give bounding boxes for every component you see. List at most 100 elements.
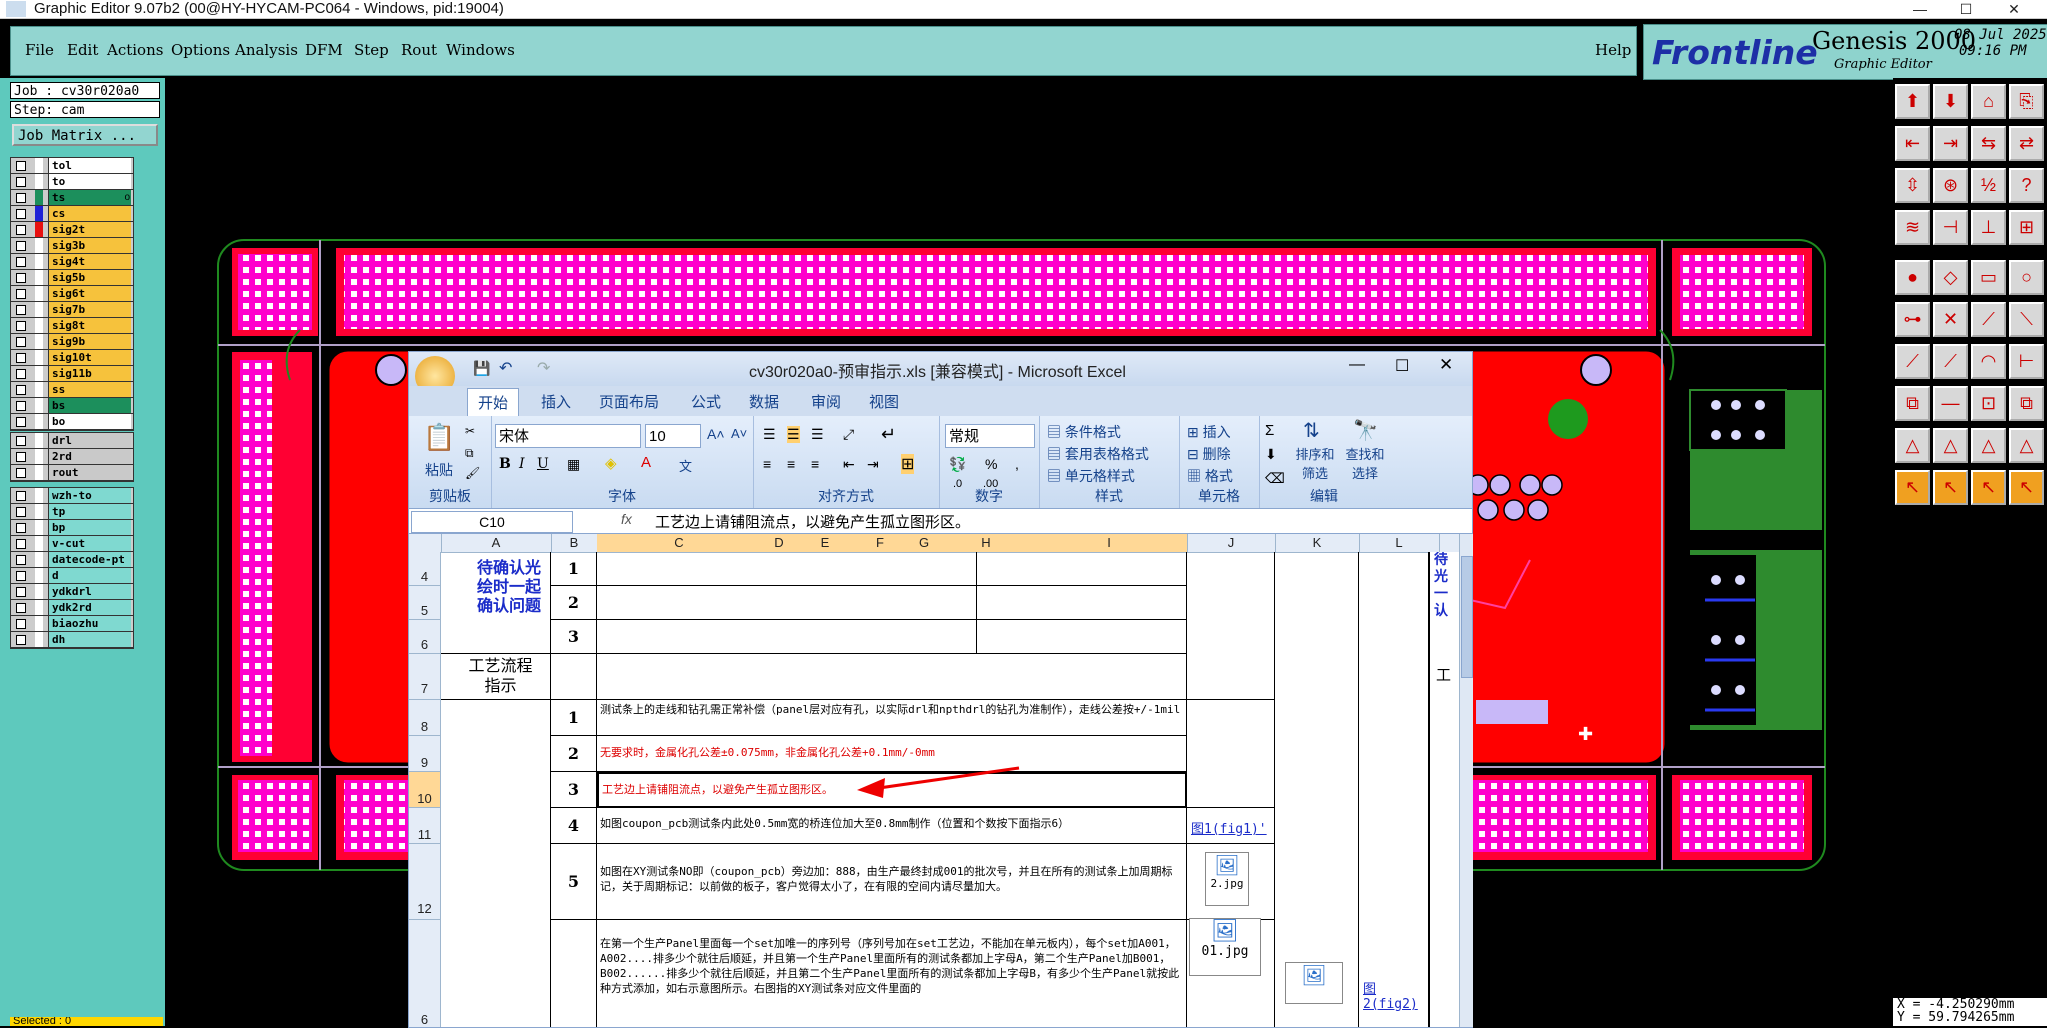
layer-row[interactable]: sig3b	[11, 238, 133, 254]
layer-name[interactable]: ts	[48, 190, 131, 205]
tool-button[interactable]: ⊶	[1895, 302, 1930, 337]
layer-checkbox[interactable]	[16, 353, 26, 363]
col-header-b[interactable]: B	[551, 534, 598, 552]
formula-input[interactable]: 工艺边上请铺阻流点，以避免产生孤立图形区。	[655, 511, 970, 532]
layer-row[interactable]: sig8t	[11, 318, 133, 334]
tool-button[interactable]: △	[1971, 428, 2006, 463]
layer-row[interactable]: ydkdrl	[11, 584, 133, 600]
tool-button[interactable]: ⟋	[1895, 344, 1930, 379]
layer-name[interactable]: sig4t	[48, 254, 131, 269]
layer-row[interactable]: sig10t	[11, 350, 133, 366]
tool-button[interactable]: ⊥	[1971, 210, 2006, 245]
paste-icon[interactable]: 📋	[423, 422, 455, 453]
menu-analysis[interactable]: Analysis	[235, 41, 298, 59]
col-header-d[interactable]: D	[761, 534, 798, 552]
italic-button[interactable]: I	[519, 456, 525, 472]
layer-name[interactable]: tol	[48, 158, 131, 173]
layer-name[interactable]: rout	[48, 465, 131, 480]
tool-button[interactable]: ⊢	[2009, 344, 2044, 379]
fill-color-icon[interactable]: ◈	[605, 454, 617, 472]
layer-row[interactable]: to	[11, 174, 133, 190]
align-center-icon[interactable]: ≡	[787, 456, 795, 472]
cut-icon[interactable]: ✂	[465, 424, 475, 438]
layer-row[interactable]: sig9b	[11, 334, 133, 350]
col-header-l[interactable]: L	[1359, 534, 1440, 552]
layer-name[interactable]: ydkdrl	[48, 584, 131, 599]
tool-button[interactable]: ⊛	[1933, 168, 1968, 203]
layer-checkbox[interactable]	[16, 507, 26, 517]
tab-formulas[interactable]: 公式	[691, 391, 721, 412]
shrink-font-icon[interactable]: A˅	[731, 426, 747, 441]
fx-button[interactable]: fx	[621, 511, 632, 527]
excel-maximize-button[interactable]: ☐	[1395, 356, 1409, 376]
layer-row[interactable]: tp	[11, 504, 133, 520]
sort-filter-button[interactable]: 排序和 筛选	[1289, 444, 1341, 482]
bold-button[interactable]: B	[499, 456, 511, 472]
layer-row[interactable]: rout	[11, 465, 133, 481]
orientation-icon[interactable]: ⤢	[843, 426, 854, 443]
find-select-button[interactable]: 查找和 选择	[1339, 444, 1391, 482]
redo-icon[interactable]: ↷	[537, 358, 550, 378]
layer-checkbox[interactable]	[16, 555, 26, 565]
layer-checkbox[interactable]	[16, 619, 26, 629]
layer-name[interactable]: to	[48, 174, 131, 189]
tool-button[interactable]: ⬇	[1933, 84, 1968, 119]
align-bottom-icon[interactable]: ☰	[811, 426, 824, 443]
layer-name[interactable]: bp	[48, 520, 131, 535]
select-all-corner[interactable]	[409, 534, 442, 552]
menu-dfm[interactable]: DFM	[305, 41, 343, 59]
layer-row[interactable]: bp	[11, 520, 133, 536]
scrollbar-thumb[interactable]	[1461, 556, 1473, 678]
tool-button[interactable]: ⌂	[1971, 84, 2006, 119]
tool-button[interactable]: ↖	[2009, 470, 2044, 505]
menu-windows[interactable]: Windows	[446, 41, 515, 59]
layer-checkbox[interactable]	[16, 337, 26, 347]
layer-row[interactable]: biaozhu	[11, 616, 133, 632]
copy-icon[interactable]: ⧉	[465, 446, 474, 461]
tool-button[interactable]: ↖	[1895, 470, 1930, 505]
layer-checkbox[interactable]	[16, 491, 26, 501]
tool-button[interactable]: ⟍	[2009, 302, 2044, 337]
menu-rout[interactable]: Rout	[401, 41, 437, 59]
tool-button[interactable]: ⇆	[1971, 126, 2006, 161]
layer-row[interactable]: sig4t	[11, 254, 133, 270]
layer-checkbox[interactable]	[16, 587, 26, 597]
table-format-button[interactable]: ▤ 套用表格格式	[1047, 444, 1149, 464]
layer-name[interactable]: sig2t	[48, 222, 131, 237]
fill-icon[interactable]: ⬇	[1265, 446, 1277, 463]
layer-checkbox[interactable]	[16, 385, 26, 395]
tool-button[interactable]: ½	[1971, 168, 2006, 203]
find-select-icon[interactable]: 🔭	[1353, 418, 1378, 443]
col-header-j[interactable]: J	[1187, 534, 1276, 552]
sort-filter-icon[interactable]: ⇅	[1303, 418, 1320, 443]
excel-close-button[interactable]: ✕	[1439, 355, 1453, 375]
layer-name[interactable]: d	[48, 568, 131, 583]
layer-checkbox[interactable]	[16, 305, 26, 315]
grow-font-icon[interactable]: A˄	[707, 426, 725, 442]
align-left-icon[interactable]: ≡	[763, 456, 771, 472]
layer-checkbox[interactable]	[16, 369, 26, 379]
format-cells-button[interactable]: ▦ 格式	[1187, 466, 1233, 486]
font-color-icon[interactable]: A	[641, 454, 651, 471]
layer-name[interactable]: sig3b	[48, 238, 131, 253]
layer-row[interactable]: dh	[11, 632, 133, 648]
col-header-c[interactable]: C	[597, 534, 762, 552]
col-header-f[interactable]: F	[853, 534, 908, 552]
layer-row[interactable]: tol	[11, 158, 133, 174]
menu-step[interactable]: Step	[354, 41, 389, 59]
cell-styles-button[interactable]: ▤ 单元格样式	[1047, 466, 1135, 486]
font-name-select[interactable]: 宋体	[495, 424, 641, 448]
tool-button[interactable]: ✕	[1933, 302, 1968, 337]
tool-button[interactable]: ●	[1895, 260, 1930, 295]
col-header-g[interactable]: G	[907, 534, 942, 552]
comma-icon[interactable]: ,	[1015, 456, 1019, 472]
layer-checkbox[interactable]	[16, 225, 26, 235]
layer-row[interactable]: sig7b	[11, 302, 133, 318]
align-middle-icon[interactable]: ☰	[787, 426, 800, 443]
menu-actions[interactable]: Actions	[107, 41, 163, 59]
layer-row[interactable]: ts o	[11, 190, 133, 206]
close-button[interactable]: ✕	[1994, 0, 2034, 18]
tab-insert[interactable]: 插入	[541, 391, 571, 412]
currency-icon[interactable]: 💱	[949, 456, 966, 473]
delete-cells-button[interactable]: ⊟ 删除	[1187, 444, 1231, 464]
